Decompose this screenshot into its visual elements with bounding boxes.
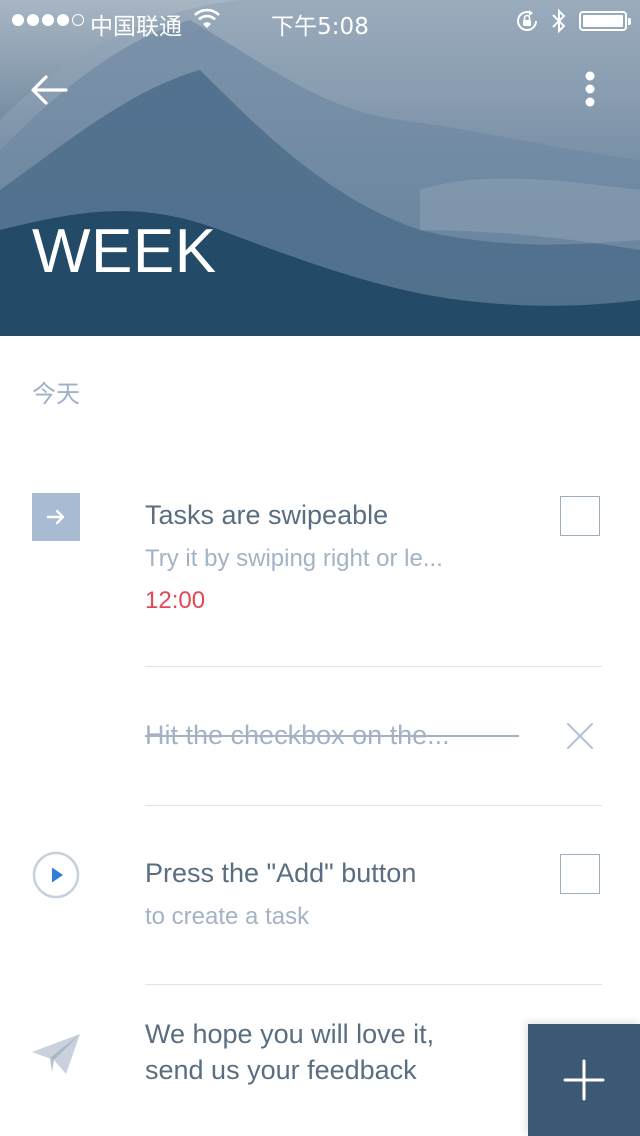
task-title[interactable]: Tasks are swipeable (145, 500, 388, 531)
task-checkbox[interactable] (560, 496, 600, 536)
task-checkbox[interactable] (560, 854, 600, 894)
bluetooth-icon (552, 8, 566, 34)
add-task-button[interactable] (528, 1024, 640, 1136)
more-menu-button[interactable] (574, 66, 606, 114)
arrow-left-icon (31, 75, 68, 105)
task-subtitle: Try it by swiping right or le... (145, 545, 443, 572)
task-subtitle: to create a task (145, 903, 310, 930)
section-label-today: 今天 (32, 380, 80, 408)
arrow-right-box-icon (32, 493, 80, 541)
battery-icon (579, 11, 631, 31)
paper-plane-icon (32, 1034, 80, 1074)
plus-icon (563, 1059, 605, 1101)
header: 中国联通 下午5:08 WEEK (0, 0, 640, 336)
close-icon (567, 723, 593, 749)
status-bar: 中国联通 下午5:08 (0, 0, 640, 40)
back-button[interactable] (26, 66, 74, 114)
divider (145, 666, 602, 667)
page-title: WEEK (32, 217, 217, 286)
task-title-line-1[interactable]: We hope you will love it, (145, 1019, 434, 1050)
rotation-lock-icon (517, 10, 537, 31)
more-vertical-icon (585, 71, 595, 107)
task-due-time: 12:00 (145, 587, 206, 614)
strikethrough-line (145, 735, 519, 737)
divider (145, 805, 602, 806)
task-title-line-2[interactable]: send us your feedback (145, 1055, 417, 1086)
clock: 下午5:08 (271, 14, 369, 40)
task-title[interactable]: Press the "Add" button (145, 858, 416, 889)
divider (145, 984, 602, 985)
play-circle-icon (32, 851, 80, 899)
delete-task-button[interactable] (564, 720, 596, 752)
